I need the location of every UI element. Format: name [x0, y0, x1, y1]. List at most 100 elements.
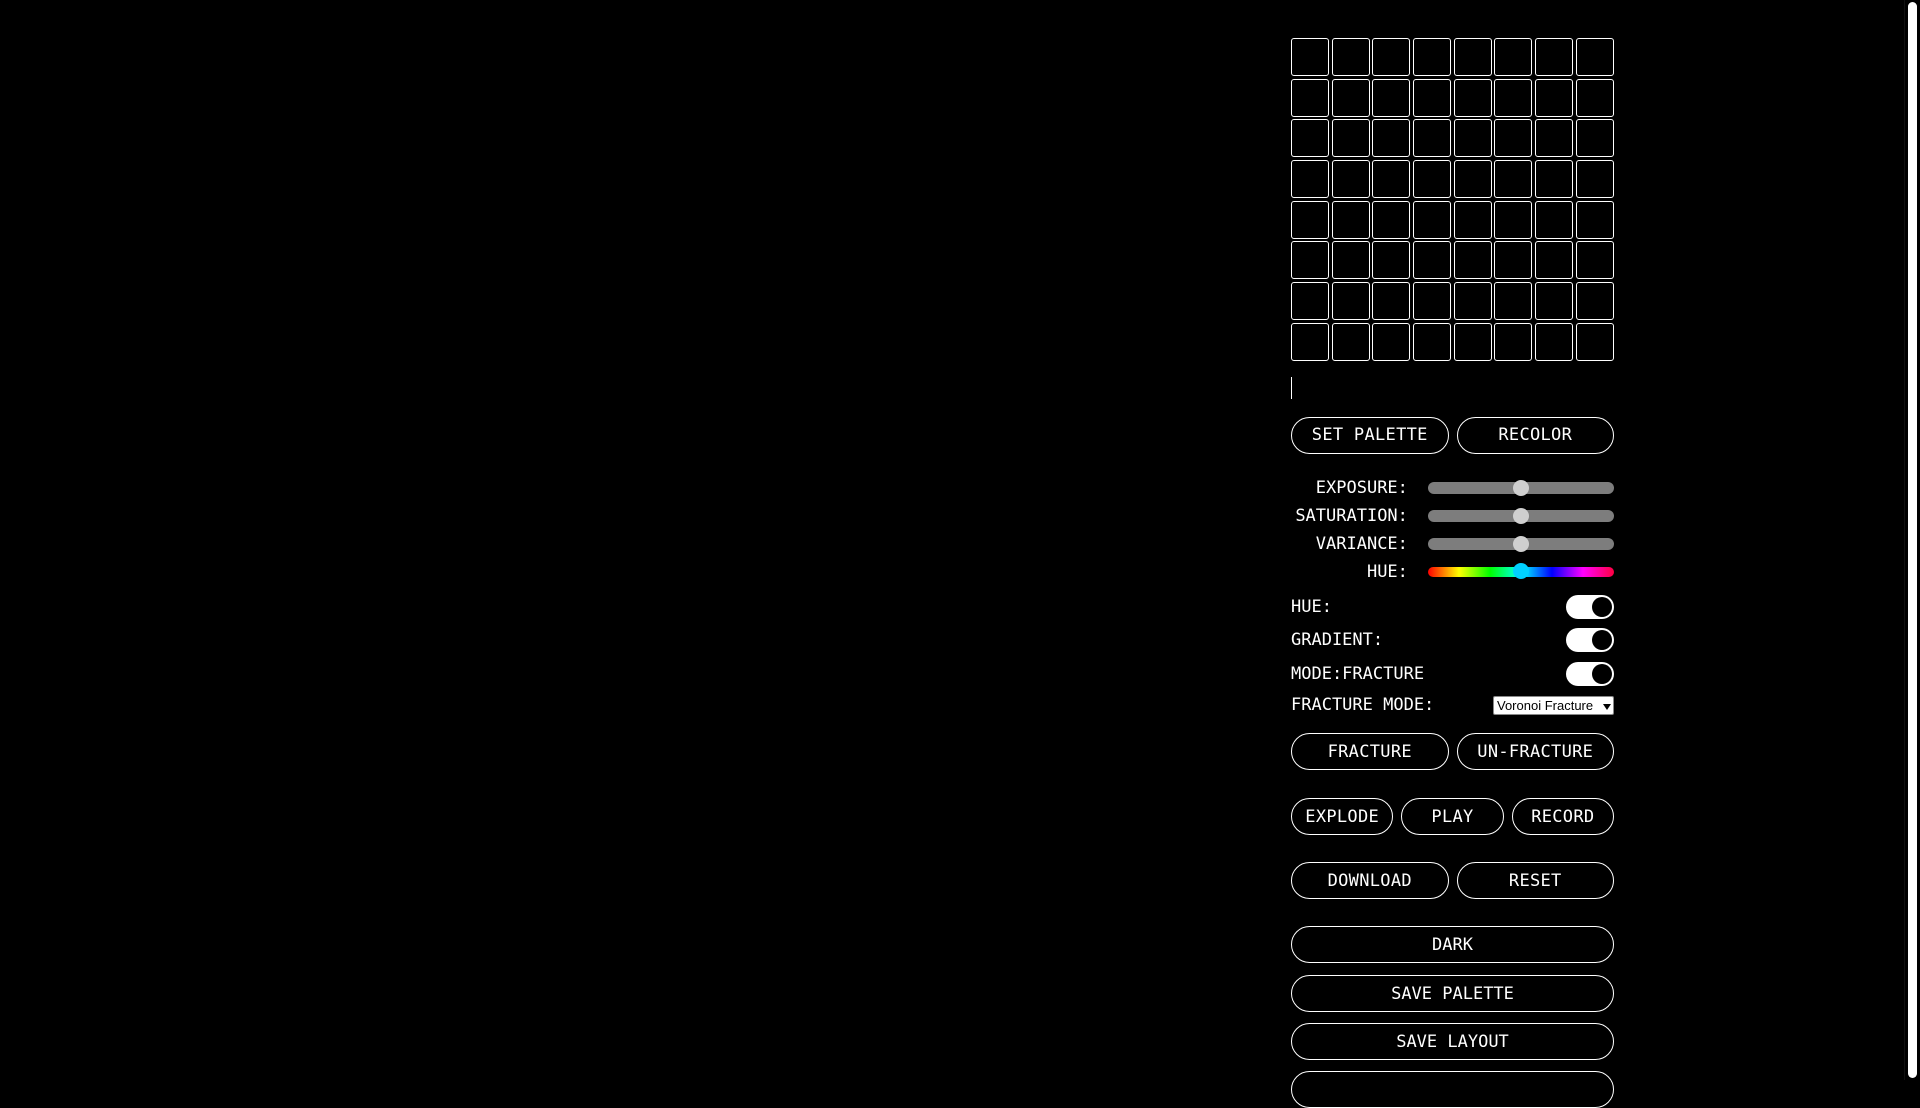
fracture-mode-select[interactable]: Voronoi Fracture: [1493, 695, 1614, 715]
exposure-slider[interactable]: [1427, 479, 1614, 496]
palette-swatch[interactable]: [1535, 200, 1574, 239]
palette-swatch[interactable]: [1575, 38, 1614, 76]
palette-swatch[interactable]: [1372, 119, 1411, 158]
palette-swatch[interactable]: [1331, 119, 1370, 158]
hue-toggle[interactable]: [1566, 594, 1614, 619]
unfracture-button[interactable]: UN-FRACTURE: [1456, 733, 1614, 771]
play-button[interactable]: PLAY: [1401, 798, 1504, 836]
palette-swatch[interactable]: [1575, 322, 1614, 361]
save-layout-button[interactable]: SAVE LAYOUT: [1291, 1023, 1614, 1061]
palette-swatch[interactable]: [1535, 322, 1574, 361]
gradient-toggle[interactable]: [1566, 628, 1614, 653]
toggle-group: HUE: GRADIENT: MODE:FRACTURE FRACTURE MO…: [1291, 590, 1614, 721]
palette-swatch[interactable]: [1372, 200, 1411, 239]
saturation-slider-thumb[interactable]: [1512, 507, 1529, 524]
palette-swatch[interactable]: [1291, 322, 1329, 361]
palette-swatch[interactable]: [1291, 241, 1329, 280]
palette-swatch[interactable]: [1535, 241, 1574, 280]
palette-swatch[interactable]: [1413, 78, 1452, 117]
explode-button[interactable]: EXPLODE: [1291, 798, 1394, 836]
saturation-slider[interactable]: [1427, 507, 1614, 524]
scrollbar-thumb[interactable]: [1908, 2, 1917, 1078]
dark-button[interactable]: DARK: [1291, 926, 1614, 964]
palette-swatch[interactable]: [1291, 78, 1329, 117]
fracture-mode-row: FRACTURE MODE: Voronoi Fracture: [1291, 690, 1614, 720]
palette-swatch[interactable]: [1413, 200, 1452, 239]
palette-swatch[interactable]: [1494, 160, 1533, 199]
palette-swatch[interactable]: [1291, 160, 1329, 199]
set-palette-button[interactable]: SET PALETTE: [1291, 416, 1449, 454]
palette-swatch[interactable]: [1453, 282, 1492, 321]
exposure-row: EXPOSURE:: [1291, 474, 1614, 502]
palette-swatch[interactable]: [1372, 282, 1411, 321]
palette-swatch[interactable]: [1372, 78, 1411, 117]
palette-swatch[interactable]: [1291, 282, 1329, 321]
hue-slider-thumb[interactable]: [1512, 562, 1529, 579]
palette-swatch[interactable]: [1575, 119, 1614, 158]
palette-swatch[interactable]: [1453, 119, 1492, 158]
palette-swatch[interactable]: [1494, 119, 1533, 158]
palette-swatch[interactable]: [1453, 160, 1492, 199]
palette-swatch[interactable]: [1331, 241, 1370, 280]
palette-swatch[interactable]: [1494, 241, 1533, 280]
palette-swatch[interactable]: [1413, 38, 1452, 76]
variance-slider[interactable]: [1427, 535, 1614, 552]
canvas-area[interactable]: [0, 0, 1904, 1080]
palette-swatch[interactable]: [1413, 282, 1452, 321]
palette-swatch[interactable]: [1331, 160, 1370, 199]
save-palette-button[interactable]: SAVE PALETTE: [1291, 975, 1614, 1013]
palette-swatch[interactable]: [1575, 160, 1614, 199]
palette-swatch[interactable]: [1535, 78, 1574, 117]
hue-toggle-knob: [1592, 596, 1612, 617]
palette-swatch[interactable]: [1372, 38, 1411, 76]
offscreen-button[interactable]: [1291, 1071, 1614, 1108]
record-button[interactable]: RECORD: [1511, 798, 1614, 836]
palette-swatch[interactable]: [1453, 322, 1492, 361]
palette-swatch[interactable]: [1494, 282, 1533, 321]
palette-swatch[interactable]: [1453, 78, 1492, 117]
palette-swatch[interactable]: [1331, 200, 1370, 239]
recolor-button[interactable]: RECOLOR: [1456, 416, 1614, 454]
palette-swatch[interactable]: [1453, 241, 1492, 280]
palette-swatch[interactable]: [1494, 78, 1533, 117]
palette-swatch[interactable]: [1413, 241, 1452, 280]
palette-swatch[interactable]: [1535, 282, 1574, 321]
palette-swatch[interactable]: [1331, 282, 1370, 321]
palette-swatch[interactable]: [1372, 322, 1411, 361]
palette-swatch[interactable]: [1453, 38, 1492, 76]
mode-toggle[interactable]: [1566, 661, 1614, 686]
palette-swatch[interactable]: [1291, 38, 1329, 76]
palette-swatch[interactable]: [1494, 38, 1533, 76]
hue-slider[interactable]: [1427, 562, 1614, 579]
fracture-button[interactable]: FRACTURE: [1291, 733, 1449, 771]
palette-swatch[interactable]: [1291, 119, 1329, 158]
palette-input[interactable]: [1291, 376, 1596, 399]
palette-swatch[interactable]: [1575, 282, 1614, 321]
palette-swatch[interactable]: [1575, 241, 1614, 280]
palette-swatch[interactable]: [1535, 38, 1574, 76]
palette-swatch[interactable]: [1535, 119, 1574, 158]
palette-swatch[interactable]: [1494, 322, 1533, 361]
palette-swatch[interactable]: [1291, 200, 1329, 239]
exposure-slider-thumb[interactable]: [1512, 479, 1529, 496]
palette-swatch[interactable]: [1575, 200, 1614, 239]
fracture-button-row: FRACTURE UN-FRACTURE: [1291, 733, 1614, 771]
palette-swatch[interactable]: [1413, 160, 1452, 199]
palette-swatch[interactable]: [1413, 119, 1452, 158]
vertical-scrollbar[interactable]: [1904, 0, 1920, 1080]
download-button[interactable]: DOWNLOAD: [1291, 862, 1449, 900]
palette-swatch[interactable]: [1372, 241, 1411, 280]
palette-swatch[interactable]: [1413, 322, 1452, 361]
palette-swatch[interactable]: [1494, 200, 1533, 239]
palette-swatch[interactable]: [1575, 78, 1614, 117]
palette-swatch[interactable]: [1331, 38, 1370, 76]
palette-swatch[interactable]: [1372, 160, 1411, 199]
palette-swatch[interactable]: [1453, 200, 1492, 239]
palette-swatch[interactable]: [1535, 160, 1574, 199]
fracture-mode-value: Voronoi Fracture: [1497, 697, 1594, 713]
variance-slider-thumb[interactable]: [1512, 535, 1529, 552]
reset-button[interactable]: RESET: [1456, 862, 1614, 900]
hue-toggle-label: HUE:: [1291, 596, 1332, 617]
palette-swatch[interactable]: [1331, 78, 1370, 117]
palette-swatch[interactable]: [1331, 322, 1370, 361]
